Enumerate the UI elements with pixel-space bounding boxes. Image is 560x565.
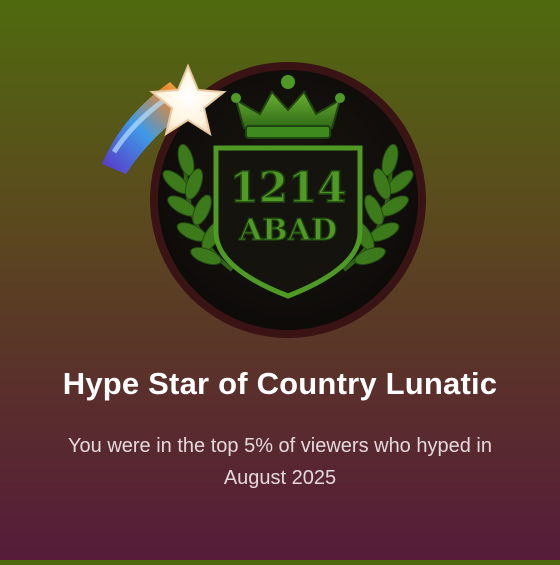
badge-description: You were in the top 5% of viewers who hy…	[68, 435, 492, 489]
emblem-word: ABAD	[238, 213, 337, 248]
shooting-star-icon	[102, 63, 227, 174]
badge-title: Hype Star of Country Lunatic	[62, 366, 498, 401]
emblem-number: 1214	[230, 163, 347, 212]
